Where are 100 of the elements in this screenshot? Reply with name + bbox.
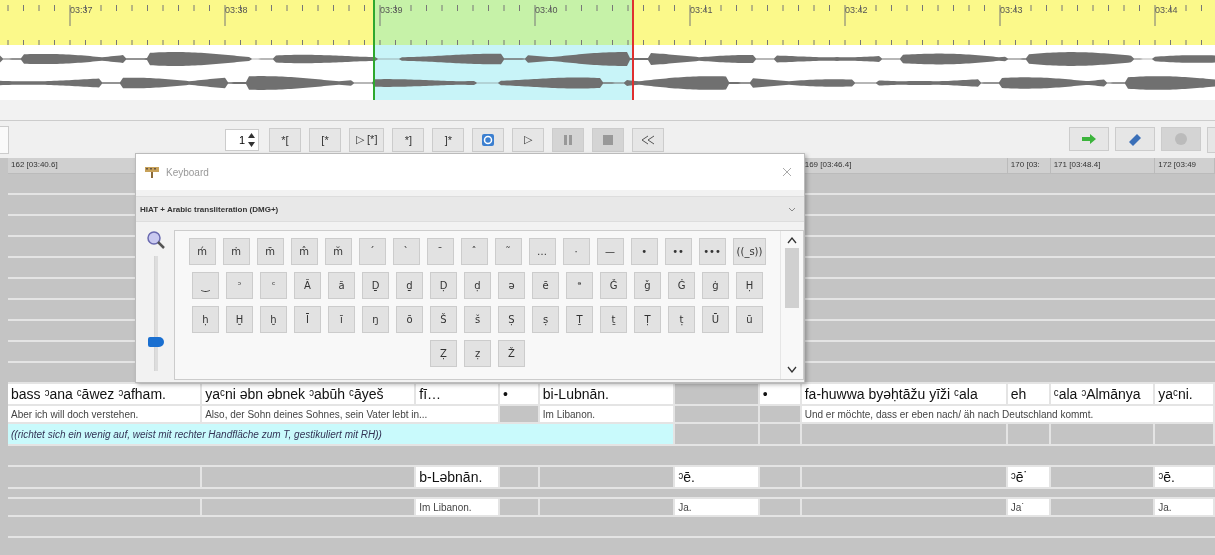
transcription-event[interactable]: bass ᵓana ᶜāwez ᵓafham. — [8, 384, 203, 404]
next-button[interactable] — [1069, 126, 1109, 151]
key-button[interactable]: m̆ — [324, 238, 352, 265]
translation-event[interactable]: Ja˙ — [1007, 499, 1051, 515]
key-button[interactable]: š — [464, 306, 491, 333]
key-button[interactable]: ḏ — [396, 272, 423, 299]
loop-button[interactable] — [472, 127, 505, 152]
keyboard-select[interactable]: HIAT + Arabic transliteration (DMG+) — [136, 196, 804, 222]
scroll-down-icon[interactable] — [787, 366, 797, 373]
key-button[interactable]: ə — [498, 272, 525, 299]
key-button[interactable]: ŋ — [362, 306, 389, 333]
key-button[interactable]: ˆ — [460, 238, 488, 265]
transcription-event[interactable]: ᶜala ᵓAlmānya — [1050, 384, 1156, 404]
translation-event[interactable]: Ja. — [1155, 499, 1215, 515]
key-button[interactable]: Ġ — [668, 272, 695, 299]
key-button[interactable]: Ǧ — [600, 272, 627, 299]
transcription-event[interactable]: fī… — [416, 384, 500, 404]
rewind-button[interactable] — [632, 127, 665, 152]
key-button[interactable]: ᶜ — [260, 272, 287, 299]
column-header[interactable]: 169 [03:46.4] — [804, 160, 852, 169]
translation-event[interactable]: Ja. — [675, 499, 760, 515]
transcription-event[interactable]: • — [499, 384, 540, 404]
key-button[interactable]: Ḍ — [430, 272, 457, 299]
time-ruler[interactable]: 03:37 03:38 03:39 03:40 03:41 03:42 03:43 03:44 — [0, 0, 1215, 45]
key-button[interactable]: ˊ — [358, 238, 386, 265]
key-button[interactable]: ᵓ — [226, 272, 253, 299]
key-button[interactable]: Ḥ — [736, 272, 763, 299]
toolbar-button[interactable]: [* — [309, 127, 341, 152]
key-button[interactable]: ˜ — [494, 238, 522, 265]
key-button[interactable]: … — [528, 238, 556, 265]
key-button[interactable]: ḥ — [192, 306, 219, 333]
key-button[interactable]: · — [562, 238, 590, 265]
transcription-event[interactable]: ᵓē. — [675, 467, 760, 487]
selection-start-marker[interactable] — [373, 0, 375, 100]
key-button[interactable]: ¯ — [426, 238, 454, 265]
translation-event[interactable]: Im Libanon. — [539, 406, 676, 422]
scroll-up-icon[interactable] — [787, 237, 797, 244]
key-button[interactable]: Ẓ — [430, 340, 457, 367]
input-field[interactable] — [0, 125, 9, 154]
number-spinner[interactable]: 1 — [225, 128, 259, 151]
transcription-event[interactable]: ᵓē. — [1155, 467, 1215, 487]
edit-button[interactable] — [1115, 126, 1155, 151]
column-header[interactable]: 172 [03:49 — [1158, 160, 1197, 169]
key-button[interactable]: ((_s)) — [732, 238, 767, 265]
key-button[interactable]: Š — [430, 306, 457, 333]
scrollbar-thumb[interactable] — [785, 248, 799, 308]
key-button[interactable]: • — [630, 238, 658, 265]
key-button[interactable]: ḍ — [464, 272, 491, 299]
key-button[interactable]: ḫ — [260, 306, 287, 333]
key-button[interactable]: Ž — [498, 340, 525, 367]
translation-event[interactable]: Also, der Sohn deines Sohnes, sein Vater lebt in... — [202, 406, 500, 422]
transcription-event[interactable]: yaᶜni əbn əbnek ᵓabūh ᶜāyeš — [202, 384, 417, 404]
key-button[interactable]: ‿ — [192, 272, 219, 299]
transcription-event[interactable]: fa-huwwa byəḥtāžu yīži ᶜala — [801, 384, 1008, 404]
key-button[interactable]: ṁ — [222, 238, 250, 265]
translation-event[interactable]: Im Libanon. — [416, 499, 500, 515]
key-button[interactable]: Ă — [294, 272, 321, 299]
comment-event[interactable]: ((richtet sich ein wenig auf, weist mit rechter Handfläche zum T, gestikuliert mit RH)) — [8, 424, 676, 444]
key-button[interactable]: ṭ — [668, 306, 695, 333]
transcription-event[interactable]: eh — [1007, 384, 1051, 404]
key-button[interactable]: Ṣ — [498, 306, 525, 333]
key-button[interactable]: Ī — [294, 306, 321, 333]
key-button[interactable]: ḿ — [188, 238, 216, 265]
transcription-event[interactable]: b-Ləbnān. — [416, 467, 500, 487]
waveform-drawing[interactable] — [0, 45, 1215, 100]
translation-event[interactable]: Und er möchte, dass er eben nach/ äh nach Deutschland kommt. — [801, 406, 1215, 422]
key-button[interactable]: ṣ — [532, 306, 559, 333]
toolbar-button[interactable]: ]* — [432, 127, 465, 152]
key-button[interactable]: ••• — [698, 238, 726, 265]
key-button[interactable]: m̂ — [290, 238, 318, 265]
key-button[interactable]: ᵊ — [566, 272, 593, 299]
close-icon[interactable] — [782, 167, 792, 177]
key-button[interactable]: •• — [664, 238, 692, 265]
toolbar-button[interactable]: ▷ [*] — [349, 127, 385, 152]
key-button[interactable]: ū — [736, 306, 763, 333]
toolbar-button[interactable]: ▷ — [512, 127, 545, 152]
key-button[interactable]: ō — [396, 306, 423, 333]
column-header[interactable]: 171 [03:48.4] — [1053, 160, 1101, 169]
key-button[interactable]: Ṭ — [634, 306, 661, 333]
key-button[interactable]: ē — [532, 272, 559, 299]
transcription-event[interactable]: bi-Lubnān. — [539, 384, 676, 404]
transcription-event[interactable]: ᵓē˙ — [1007, 467, 1051, 487]
key-button[interactable]: ī — [328, 306, 355, 333]
column-header[interactable]: 162 [03:40.6] — [11, 160, 58, 169]
toolbar-button[interactable]: *] — [392, 127, 425, 152]
transcription-event[interactable]: • — [759, 384, 802, 404]
toolbar-button[interactable]: *[ — [269, 127, 301, 152]
key-button[interactable]: Ḫ — [226, 306, 253, 333]
key-button[interactable]: Ū — [702, 306, 729, 333]
key-button[interactable]: Ḏ — [362, 272, 389, 299]
key-button[interactable]: ġ — [702, 272, 729, 299]
key-button[interactable]: ˋ — [392, 238, 420, 265]
key-button[interactable]: ă — [328, 272, 355, 299]
key-button[interactable]: ǧ — [634, 272, 661, 299]
key-button[interactable]: m̄ — [256, 238, 284, 265]
slider-thumb[interactable] — [148, 337, 164, 348]
key-button[interactable]: Ṯ — [566, 306, 593, 333]
column-header[interactable]: 170 [03: — [1010, 160, 1040, 169]
key-button[interactable]: ẓ — [464, 340, 491, 367]
key-button[interactable]: ṯ — [600, 306, 627, 333]
